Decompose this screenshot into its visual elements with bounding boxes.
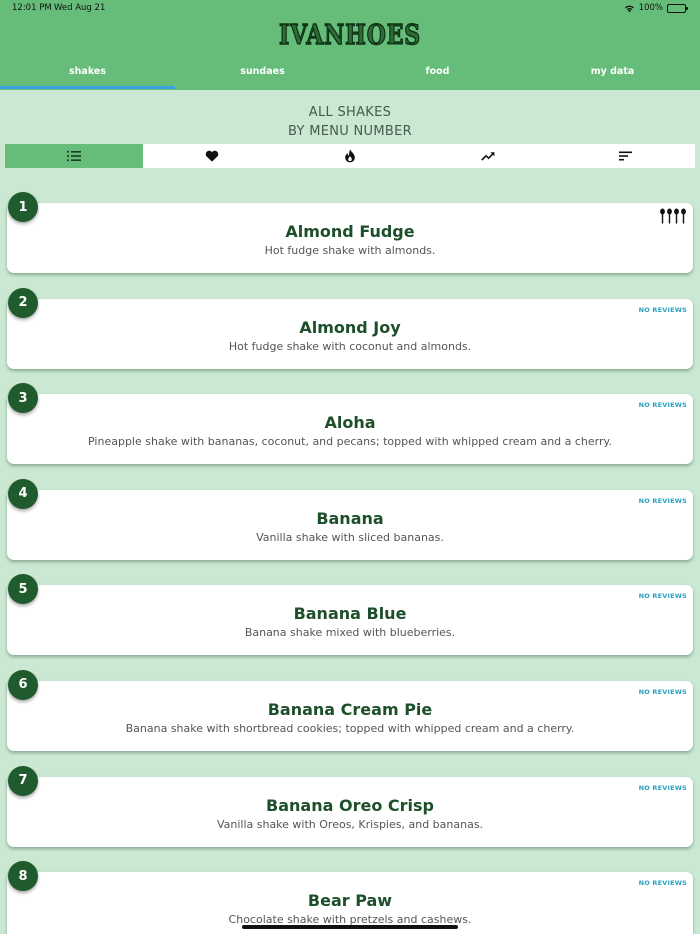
- shake-card[interactable]: Almond Fudge Hot fudge shake with almond…: [7, 203, 693, 273]
- shake-description: Vanilla shake with sliced bananas.: [256, 530, 444, 544]
- sort-by-number-button[interactable]: [5, 144, 143, 168]
- menu-number-badge: 1: [8, 192, 38, 222]
- tab-sundaes[interactable]: sundaes: [175, 58, 350, 90]
- list-item: 2 NO REVIEWS Almond Joy Hot fudge shake …: [0, 284, 700, 380]
- subtitle-category: ALL SHAKES: [308, 105, 392, 120]
- menu-number-badge: 8: [8, 861, 38, 892]
- tab-my-data[interactable]: my data: [525, 58, 700, 90]
- shake-name: Almond Fudge: [285, 222, 415, 241]
- ivanhoes-logo: IVANHOES: [278, 19, 421, 51]
- list-item: 4 NO REVIEWS Banana Vanilla shake with s…: [0, 475, 700, 571]
- menu-number-badge: 2: [8, 287, 38, 318]
- list-numbered-icon: [67, 151, 81, 161]
- shake-description: Hot fudge shake with coconut and almonds…: [228, 339, 472, 353]
- home-indicator[interactable]: [242, 925, 458, 929]
- spoons-icon: [660, 208, 686, 224]
- status-bar: 12:01 PM Wed Aug 21 100%: [12, 3, 688, 15]
- sort-by-favorites-button[interactable]: [143, 144, 281, 168]
- subtitle-sort-order: BY MENU NUMBER: [288, 123, 412, 139]
- list-item: 3 NO REVIEWS Aloha Pineapple shake with …: [0, 379, 700, 475]
- sort-icon: [619, 151, 632, 161]
- list-subtitle: ALL SHAKES BY MENU NUMBER: [0, 104, 700, 141]
- shake-name: Bear Paw: [307, 891, 393, 911]
- no-reviews-label: NO REVIEWS: [638, 401, 687, 410]
- shake-description: Vanilla shake with Oreos, Krispies, and …: [216, 817, 484, 831]
- status-time: 12:01 PM: [12, 3, 52, 13]
- list-item: 5 NO REVIEWS Banana Blue Banana shake mi…: [0, 570, 700, 666]
- shake-description: Hot fudge shake with almonds.: [264, 244, 436, 257]
- shake-name: Banana Blue: [293, 604, 407, 624]
- sort-by-trending-button[interactable]: [419, 144, 557, 168]
- shake-card[interactable]: NO REVIEWS Banana Blue Banana shake mixe…: [7, 585, 693, 656]
- shake-card[interactable]: NO REVIEWS Almond Joy Hot fudge shake wi…: [7, 298, 693, 369]
- sort-options-button[interactable]: [557, 144, 695, 168]
- sort-bar: [5, 144, 695, 168]
- no-reviews-label: NO REVIEWS: [638, 496, 687, 505]
- shake-name: Banana Oreo Crisp: [266, 795, 434, 815]
- list-item: 7 NO REVIEWS Banana Oreo Crisp Vanilla s…: [0, 762, 700, 858]
- no-reviews-label: NO REVIEWS: [638, 879, 687, 888]
- menu-number-badge: 7: [8, 765, 38, 796]
- shake-description: Banana shake with shortbread cookies; to…: [125, 721, 575, 735]
- trending-up-icon: [481, 152, 495, 161]
- list-item: 6 NO REVIEWS Banana Cream Pie Banana sha…: [0, 666, 700, 762]
- battery-icon: [667, 3, 688, 13]
- app-header: 12:01 PM Wed Aug 21 100% IVANHOES shakes…: [0, 0, 700, 90]
- shake-card[interactable]: NO REVIEWS Banana Oreo Crisp Vanilla sha…: [7, 776, 693, 847]
- shake-card[interactable]: NO REVIEWS Banana Cream Pie Banana shake…: [7, 680, 693, 751]
- logo-text: IVANHOES: [279, 20, 421, 51]
- flame-icon: [345, 149, 355, 163]
- shake-description: Pineapple shake with bananas, coconut, a…: [88, 435, 612, 449]
- status-right: 100%: [624, 3, 688, 13]
- no-reviews-label: NO REVIEWS: [638, 783, 687, 792]
- shake-card[interactable]: NO REVIEWS Banana Vanilla shake with sli…: [7, 489, 693, 560]
- battery-percent: 100%: [638, 3, 663, 13]
- menu-number-badge: 6: [8, 669, 38, 700]
- shakes-list: 1 Almond Fudge Hot fudge shake with almo…: [0, 188, 700, 934]
- shake-card[interactable]: NO REVIEWS Aloha Pineapple shake with ba…: [7, 394, 693, 465]
- wifi-icon: [624, 5, 634, 12]
- shake-name: Almond Joy: [299, 317, 401, 337]
- active-tab-indicator: [0, 86, 175, 89]
- shake-name: Banana Cream Pie: [267, 699, 433, 719]
- menu-number-badge: 3: [8, 383, 38, 414]
- shake-description: Banana shake mixed with blueberries.: [244, 626, 456, 640]
- shake-name: Aloha: [324, 413, 376, 433]
- no-reviews-label: NO REVIEWS: [638, 592, 687, 601]
- no-reviews-label: NO REVIEWS: [638, 305, 687, 314]
- status-date: Wed Aug 21: [54, 3, 106, 13]
- list-item: 1 Almond Fudge Hot fudge shake with almo…: [0, 188, 700, 284]
- tab-food[interactable]: food: [350, 58, 525, 90]
- menu-number-badge: 4: [8, 478, 38, 509]
- list-item: 8 NO REVIEWS Bear Paw Chocolate shake wi…: [0, 857, 700, 934]
- no-reviews-label: NO REVIEWS: [638, 687, 687, 696]
- sort-by-popular-button[interactable]: [281, 144, 419, 168]
- heart-icon: [205, 150, 219, 162]
- shake-name: Banana: [316, 508, 384, 528]
